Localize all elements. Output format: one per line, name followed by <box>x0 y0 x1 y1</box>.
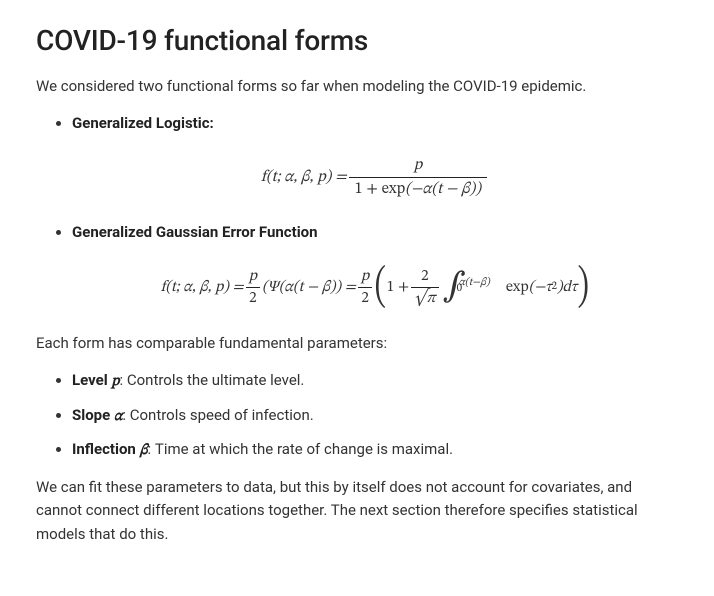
list-item: Generalized Logistic: f(t; α, β, p) = p … <box>72 112 678 199</box>
param-inflection: Inflection β <box>72 440 148 458</box>
form-name-erf: Generalized Gaussian Error Function <box>72 223 318 241</box>
left-paren-big-icon: ( <box>375 264 387 310</box>
closing-paragraph: We can fit these parameters to data, but… <box>36 476 678 546</box>
list-item: Generalized Gaussian Error Function f(t;… <box>72 221 678 310</box>
page-title: COVID-19 functional forms <box>36 24 678 57</box>
params-list: Level p: Controls the ultimate level. Sl… <box>36 369 678 462</box>
equation-logistic: f(t; α, β, p) = p 1 + exp(−α(t − β)) <box>72 156 678 199</box>
forms-list: Generalized Logistic: f(t; α, β, p) = p … <box>36 112 678 310</box>
param-level: Level p <box>72 371 119 389</box>
eq2-exp: exp <box>506 275 529 299</box>
equation-erf: f(t; α, β, p) = p 2 (Ψ(α(t − β)) = p 2 (… <box>72 264 678 310</box>
eq2-half-1: p 2 <box>246 267 260 307</box>
eq1-lhs: f(t; α, β, p) = <box>261 165 347 190</box>
eq1-numerator: p <box>349 156 487 178</box>
eq1-denominator: 1 + exp(−α(t − β)) <box>349 178 487 199</box>
eq2-half-2: p 2 <box>358 267 372 307</box>
eq2-two-over-sqrtpi: 2 √π <box>411 267 438 307</box>
form-name-logistic: Generalized Logistic: <box>72 114 214 132</box>
list-item: Level p: Controls the ultimate level. <box>72 369 678 393</box>
param-slope: Slope α <box>72 406 122 424</box>
intro-paragraph: We considered two functional forms so fa… <box>36 75 678 98</box>
eq2-one-plus: 1 + <box>387 275 409 299</box>
eq1-fraction: p 1 + exp(−α(t − β)) <box>349 156 487 199</box>
eq2-lhs: f(t; α, β, p) = <box>161 275 244 299</box>
list-item: Inflection β: Time at which the rate of … <box>72 438 678 462</box>
eq2-psi: (Ψ(α(t − β)) = <box>262 275 356 299</box>
integral-icon: ∫0α(t−β) <box>443 270 466 304</box>
params-intro: Each form has comparable fundamental par… <box>36 332 678 355</box>
list-item: Slope α: Controls speed of infection. <box>72 404 678 428</box>
document-page: COVID-19 functional forms We considered … <box>0 0 714 588</box>
right-paren-big-icon: ) <box>577 264 589 310</box>
